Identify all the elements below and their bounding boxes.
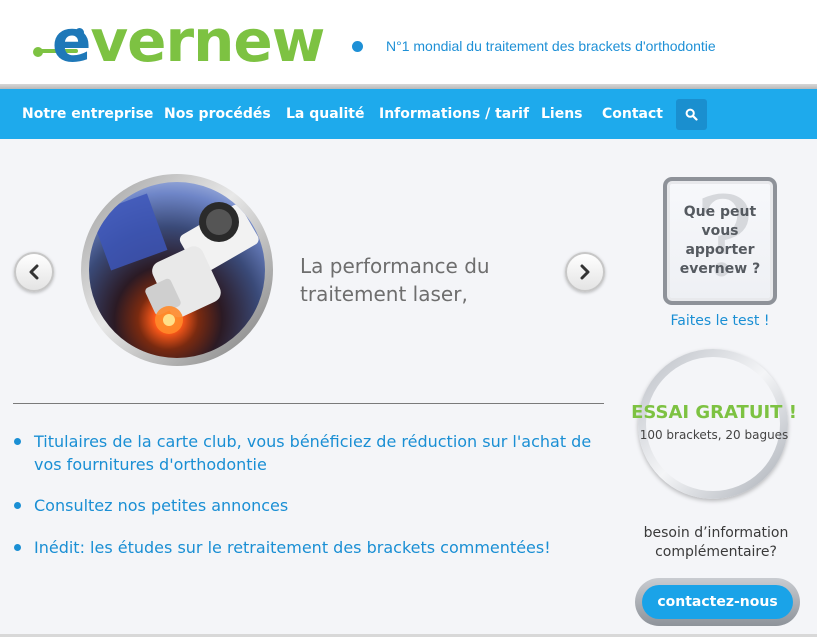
test-link[interactable]: Faites le test !	[640, 313, 800, 329]
nav-la-qualite[interactable]: La qualité	[286, 89, 364, 139]
contact-button-frame: contactez-nous	[635, 578, 800, 626]
nav-informations-tarif[interactable]: Informations / tarif	[379, 89, 529, 139]
slide-caption: La performance du traitement laser,	[300, 254, 490, 306]
content-divider	[13, 403, 604, 404]
free-trial-subtitle: 100 brackets, 20 bagues	[639, 428, 789, 442]
info-prompt: besoin d’information complémentaire?	[643, 525, 789, 560]
question-text: Que peut vous apporter evernew ?	[679, 204, 761, 277]
question-box[interactable]: ? Que peut vous apporter evernew ?	[663, 177, 777, 305]
logo-letters-rest: vernew	[90, 7, 325, 75]
microscope-illustration	[90, 193, 259, 334]
free-trial-badge[interactable]	[638, 349, 788, 499]
evernew-logo[interactable]: evernew	[30, 7, 330, 75]
search-icon	[685, 108, 698, 121]
bullet-dot	[14, 502, 21, 509]
contact-button[interactable]: contactez-nous	[642, 585, 793, 619]
slider-next-button[interactable]	[565, 252, 605, 292]
list-item-text[interactable]: Titulaires de la carte club, vous bénéfi…	[34, 430, 604, 476]
list-item-text[interactable]: Inédit: les études sur le retraitement d…	[34, 536, 604, 559]
chevron-right-icon	[580, 264, 590, 280]
nav-liens[interactable]: Liens	[541, 89, 583, 139]
header: evernew N°1 mondial du traitement des br…	[0, 0, 817, 84]
bullet-dot	[14, 544, 21, 551]
free-trial-badge-inner	[646, 357, 780, 491]
main-nav: Notre entreprise Nos procédés La qualité…	[0, 89, 817, 139]
search-button[interactable]	[676, 99, 707, 130]
chevron-left-icon	[29, 264, 39, 280]
free-trial-title[interactable]: ESSAI GRATUIT !	[624, 402, 804, 423]
bullet-dot	[14, 438, 21, 445]
nav-nos-procedes[interactable]: Nos procédés	[164, 89, 271, 139]
list-item-text[interactable]: Consultez nos petites annonces	[34, 494, 604, 517]
logo-dot-green	[33, 47, 43, 57]
slider-prev-button[interactable]	[14, 252, 54, 292]
slide-image-frame	[81, 174, 273, 366]
logo-text: evernew	[52, 6, 325, 76]
slide-image-microscope	[89, 182, 265, 358]
nav-notre-entreprise[interactable]: Notre entreprise	[22, 89, 153, 139]
tagline: N°1 mondial du traitement des brackets d…	[386, 38, 716, 54]
nav-contact[interactable]: Contact	[602, 89, 663, 139]
logo-letter-e: e	[52, 7, 91, 75]
tagline-dot	[352, 41, 363, 52]
